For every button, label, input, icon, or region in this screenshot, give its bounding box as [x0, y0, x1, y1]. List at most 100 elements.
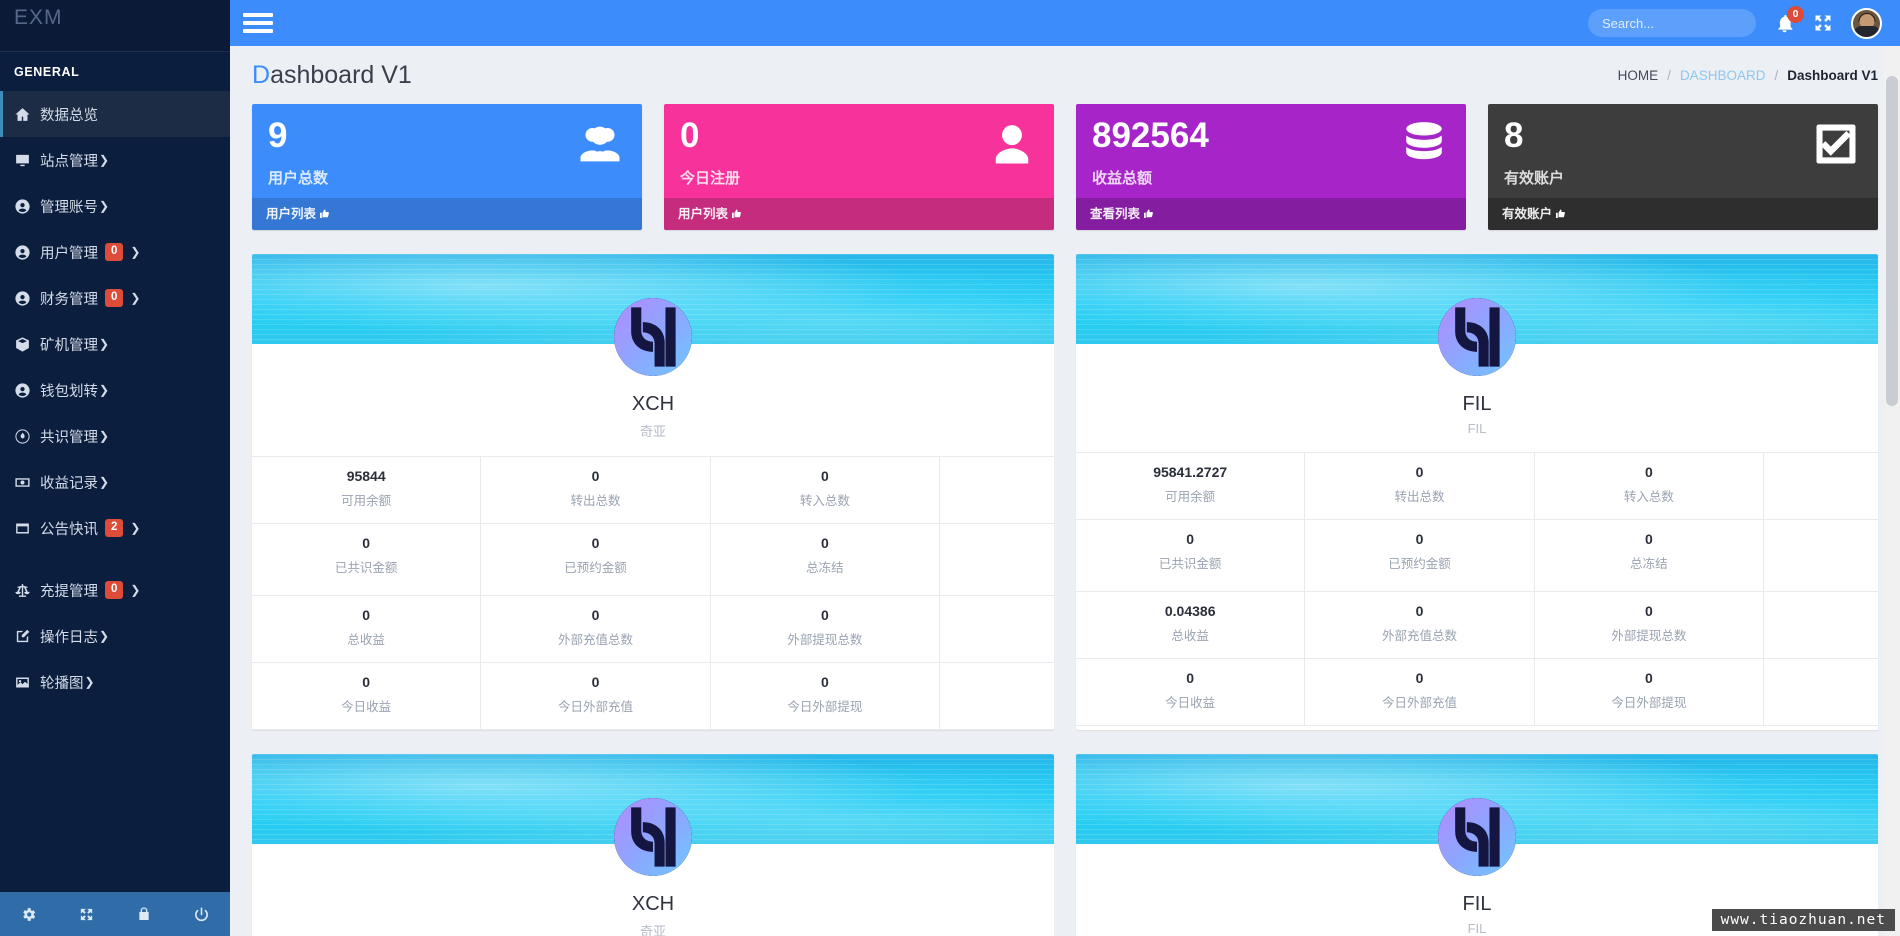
avatar-body: [1853, 25, 1880, 37]
thumb-icon: [731, 208, 743, 223]
search-input[interactable]: [1602, 15, 1778, 31]
stat-card-body: 892564 收益总额: [1076, 104, 1466, 198]
metric-label: 外部提现总数: [1611, 628, 1687, 643]
sidebar-item-4[interactable]: 财务管理 0 ❯: [0, 275, 230, 321]
thumb-icon: [1555, 208, 1567, 223]
metric-cell: 0 转入总数: [1534, 452, 1765, 520]
coin-card-XCH: XCH 奇亚: [252, 753, 1054, 936]
notification-count-badge: 0: [1787, 5, 1804, 23]
stat-card-link[interactable]: 用户列表: [664, 197, 1054, 230]
metric-value: 0: [591, 606, 600, 623]
page-title: Dashboard V1: [252, 61, 412, 90]
coin-subtitle: FIL: [1467, 420, 1487, 436]
stat-card-label: 有效账户: [1504, 169, 1565, 187]
metric-cell: 0 总收益: [252, 595, 482, 663]
metric-value: 0: [821, 606, 829, 623]
metric-label: 今日收益: [341, 699, 392, 714]
sidebar-item-5[interactable]: 矿机管理 ❯: [0, 321, 230, 367]
sidebar-item-8[interactable]: 收益记录 ❯: [0, 459, 230, 505]
sidebar-item-0[interactable]: 数据总览: [0, 91, 230, 137]
metric-value: 0: [1645, 602, 1653, 619]
vertical-scrollbar[interactable]: [1884, 46, 1900, 936]
lock-icon[interactable]: [115, 906, 173, 922]
metric-cell: 0 今日收益: [1076, 658, 1306, 726]
sidebar-item-label: 收益记录: [40, 475, 98, 492]
sidebar-item-label: 数据总览: [40, 107, 98, 124]
sidebar-item-3[interactable]: 用户管理 0 ❯: [0, 229, 230, 275]
stat-card-0: 9 用户总数用户列表: [252, 104, 642, 230]
sidebar-item-label: 管理账号: [40, 199, 98, 216]
sidebar-item-1[interactable]: 站点管理 ❯: [0, 137, 230, 183]
stat-card-value: 9: [268, 116, 288, 155]
breadcrumb-home[interactable]: HOME: [1618, 68, 1659, 83]
sidebar-item-6[interactable]: 钱包划转 ❯: [0, 367, 230, 413]
metric-cell: 0 外部提现总数: [710, 595, 941, 663]
sidebar-item-label: 站点管理: [40, 153, 98, 170]
coin-subtitle: 奇亚: [639, 923, 666, 936]
breadcrumb-separator-2: /: [1774, 67, 1779, 83]
metric-label: 总收益: [347, 632, 385, 647]
metric-cell-empty: [1764, 453, 1878, 520]
watermark: www.tiaozhuan.net: [1711, 909, 1895, 931]
stat-card-link[interactable]: 用户列表: [252, 197, 642, 230]
notifications-button[interactable]: 0: [1774, 5, 1804, 34]
metric-label: 转入总数: [1623, 489, 1674, 504]
sidebar-item-label: 钱包划转: [40, 383, 98, 400]
metric-label: 今日外部提现: [1611, 695, 1687, 710]
metric-value: 0: [1415, 602, 1424, 619]
metric-cell: 0.04386 总收益: [1076, 591, 1306, 659]
stat-card-label: 用户总数: [268, 169, 329, 187]
user-circle-icon: [14, 290, 40, 307]
expand-icon[interactable]: [58, 906, 116, 923]
sidebar-item-label: 操作日志: [40, 629, 98, 646]
metric-label: 外部充值总数: [558, 632, 634, 647]
coin-cards-row-partial: XCH 奇亚 FIL FIL: [252, 753, 1878, 936]
metric-value: 0.04386: [1164, 602, 1216, 619]
metric-cell: 0 今日外部充值: [481, 662, 711, 730]
brand-logo[interactable]: EXM: [0, 0, 230, 52]
coin-banner: [1076, 253, 1878, 376]
metric-value: 0: [1415, 463, 1424, 480]
fullscreen-icon[interactable]: [1813, 13, 1833, 33]
sidebar-item-10[interactable]: 充提管理 0 ❯: [0, 567, 230, 613]
metric-cell-empty: [940, 596, 1054, 663]
coin-cards-row: XCH 奇亚 95844 可用余额 0 转出总数 0 转入总数 0 已共识金额 0 已预约金额 0 总冻结…: [252, 253, 1878, 730]
sidebar-item-2[interactable]: 管理账号 ❯: [0, 183, 230, 229]
thumb-icon: [319, 208, 331, 223]
stat-card-link-label: 用户列表: [266, 206, 317, 221]
sidebar-item-11[interactable]: 操作日志 ❯: [0, 613, 230, 659]
edit-icon: [14, 628, 40, 645]
scrollbar-thumb[interactable]: [1886, 76, 1898, 406]
metric-label: 外部充值总数: [1382, 628, 1458, 643]
chevron-right-icon: ❯: [84, 675, 95, 689]
power-icon[interactable]: [173, 906, 231, 923]
sidebar-item-9[interactable]: 公告快讯 2 ❯: [0, 505, 230, 551]
user-avatar[interactable]: [1851, 7, 1882, 39]
coin-banner: [1076, 753, 1878, 876]
metric-label: 可用余额: [1165, 489, 1216, 504]
chevron-right-icon: ❯: [99, 429, 110, 443]
gear-icon[interactable]: [0, 906, 58, 923]
dashboard-scroll-area: 9 用户总数 用户列表 0 今日注册 用户列表 892564 收益总额 查看列表 8 有效账户 有效账…: [230, 104, 1900, 936]
menu-toggle-icon[interactable]: [230, 0, 286, 46]
metric-value: 0: [362, 534, 371, 551]
metric-value: 0: [1415, 669, 1424, 686]
stat-card-link[interactable]: 查看列表: [1076, 197, 1466, 230]
stat-card-link-label: 用户列表: [678, 206, 729, 221]
coin-card-XCH: XCH 奇亚 95844 可用余额 0 转出总数 0 转入总数 0 已共识金额 0 已预约金额 0 总冻结…: [252, 253, 1054, 730]
metric-label: 外部提现总数: [787, 632, 863, 647]
metric-cell: 95844 可用余额: [252, 456, 482, 524]
balance-icon: [14, 582, 40, 599]
search-box[interactable]: [1588, 9, 1792, 37]
fire-icon: [14, 428, 40, 445]
breadcrumb-dashboard[interactable]: DASHBOARD: [1680, 68, 1766, 83]
sidebar-item-12[interactable]: 轮播图 ❯: [0, 659, 230, 705]
main-content: Dashboard V1 HOME / DASHBOARD / Dashboar…: [230, 46, 1900, 936]
coin-logo-icon: [614, 297, 692, 376]
chevron-right-icon: ❯: [130, 291, 141, 305]
stat-card-value: 0: [680, 116, 700, 155]
stat-card-label: 今日注册: [680, 169, 741, 187]
sidebar-item-7[interactable]: 共识管理 ❯: [0, 413, 230, 459]
stat-card-link[interactable]: 有效账户: [1488, 197, 1878, 230]
metric-cell-empty: [940, 524, 1054, 596]
